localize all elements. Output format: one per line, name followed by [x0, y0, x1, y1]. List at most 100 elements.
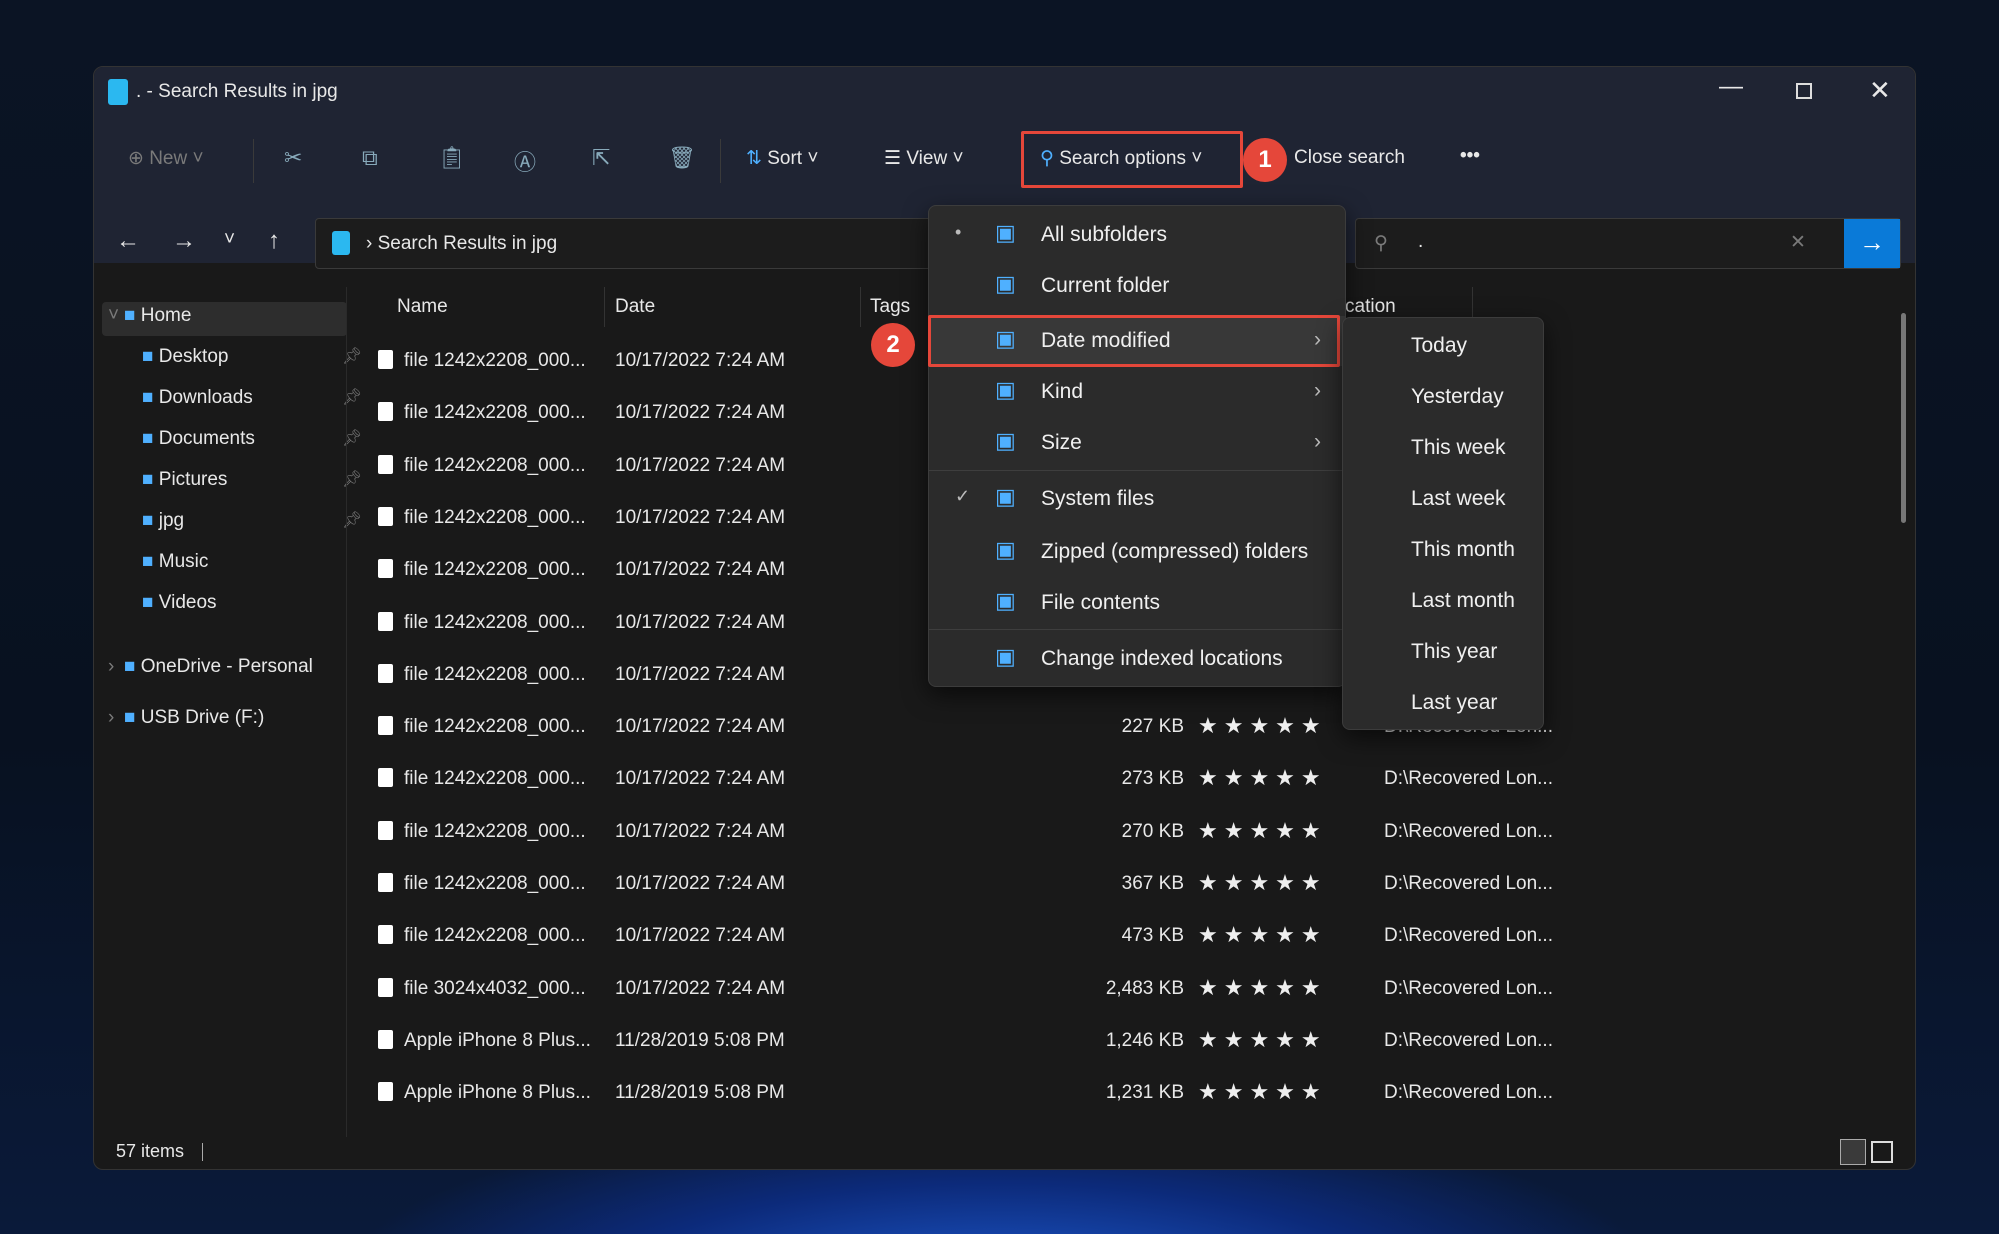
table-row[interactable]: file 1242x2208_000... 10/17/2022 7:24 AM…	[364, 869, 1864, 905]
search-go-button[interactable]: →	[1844, 219, 1900, 268]
recent-locations-button[interactable]: ˅	[224, 229, 235, 251]
file-date: 10/17/2022 7:24 AM	[615, 559, 786, 581]
download-icon: ■	[142, 387, 154, 408]
sidebar-item-downloads[interactable]: ■ Downloads 📌︎	[142, 387, 362, 409]
scrollbar-thumb[interactable]	[1901, 313, 1906, 523]
address-bar[interactable]: › Search Results in jpg	[315, 218, 935, 269]
menu-item-system-files[interactable]: ✓ ▣ System files	[929, 474, 1345, 524]
search-box[interactable]: ⚲ . ✕ →	[1355, 218, 1901, 269]
table-row[interactable]: Apple iPhone 8 Plus... 11/28/2019 5:08 P…	[364, 1078, 1864, 1114]
file-name: file 1242x2208_000...	[404, 350, 586, 371]
image-file-icon	[378, 977, 393, 997]
chevron-right-icon[interactable]: ›	[108, 707, 114, 729]
table-row[interactable]: file 1242x2208_000... 10/17/2022 7:24 AM…	[364, 817, 1864, 853]
menu-item-size[interactable]: ▣ Size ›	[929, 418, 1345, 468]
sidebar-item-usb-drive-f-[interactable]: › ■ USB Drive (F:)	[108, 707, 344, 729]
sidebar-item-pictures[interactable]: ■ Pictures 📌︎	[142, 469, 362, 491]
sort-icon: ⇅	[746, 148, 762, 169]
file-size: 367 KB	[1121, 873, 1184, 894]
sidebar-item-onedrive-personal[interactable]: › ■ OneDrive - Personal	[108, 656, 344, 678]
details-view-button[interactable]	[1840, 1139, 1866, 1165]
file-size: 227 KB	[1121, 716, 1184, 738]
maximize-button[interactable]	[1796, 83, 1812, 99]
back-button[interactable]: ←	[116, 227, 140, 255]
sidebar-item-desktop[interactable]: ■ Desktop 📌︎	[142, 346, 362, 368]
sidebar-item-label: OneDrive - Personal	[140, 656, 313, 677]
file-size: 1,246 KB	[1105, 1029, 1184, 1051]
copy-icon[interactable]: ⧉	[362, 145, 378, 171]
file-name: file 1242x2208_000...	[404, 716, 586, 738]
rating-stars[interactable]: ★★★★★	[1198, 818, 1327, 844]
submenu-item[interactable]: This month	[1411, 538, 1515, 562]
rating-stars[interactable]: ★★★★★	[1198, 922, 1327, 948]
rating-stars[interactable]: ★★★★★	[1198, 975, 1327, 1001]
menu-item-all-subfolders[interactable]: • ▣ All subfolders	[929, 210, 1345, 260]
file-name: file 1242x2208_000...	[404, 820, 586, 842]
more-options-button[interactable]: •••	[1460, 145, 1480, 167]
delete-icon[interactable]: 🗑︎	[668, 145, 696, 171]
share-icon[interactable]: ⇱	[592, 145, 610, 171]
rating-stars[interactable]: ★★★★★	[1198, 713, 1327, 739]
column-header-name[interactable]: Name	[397, 296, 448, 318]
sidebar-item-label: Home	[140, 305, 192, 326]
pictures-icon: ■	[142, 469, 154, 490]
table-row[interactable]: file 1242x2208_000... 10/17/2022 7:24 AM…	[364, 764, 1864, 800]
submenu-item[interactable]: This year	[1411, 640, 1497, 664]
menu-item-change-indexed-locations[interactable]: ▣ Change indexed locations	[929, 634, 1345, 684]
table-row[interactable]: file 1242x2208_000... 10/17/2022 7:24 AM…	[364, 921, 1864, 957]
table-row[interactable]: Apple iPhone 8 Plus... 11/28/2019 5:08 P…	[364, 1026, 1864, 1062]
menu-item-kind[interactable]: ▣ Kind ›	[929, 367, 1345, 417]
close-window-button[interactable]: ✕	[1869, 75, 1891, 106]
file-size: 473 KB	[1121, 925, 1184, 947]
search-input[interactable]: .	[1418, 231, 1423, 253]
forward-button[interactable]: →	[172, 227, 196, 255]
chevron-right-icon[interactable]: ›	[108, 656, 114, 678]
paste-icon[interactable]: 📋︎	[438, 145, 466, 171]
menu-item-label: Kind	[1041, 380, 1084, 403]
sidebar-item-documents[interactable]: ■ Documents 📌︎	[142, 428, 362, 450]
column-header-date[interactable]: Date	[615, 296, 655, 318]
table-row[interactable]: file 1242x2208_000... 10/17/2022 7:24 AM…	[364, 712, 1864, 748]
table-row[interactable]: file 3024x4032_000... 10/17/2022 7:24 AM…	[364, 974, 1864, 1010]
sidebar-item-jpg[interactable]: ■ jpg 📌︎	[142, 510, 362, 532]
submenu-item[interactable]: Last year	[1411, 691, 1497, 715]
submenu-item[interactable]: Yesterday	[1411, 385, 1504, 409]
sidebar-item-music[interactable]: ■ Music	[142, 551, 362, 573]
menu-item-file-contents[interactable]: ▣ File contents	[929, 578, 1345, 628]
cut-icon[interactable]: ✂	[284, 145, 302, 171]
up-button[interactable]: ↑	[268, 227, 280, 255]
rating-stars[interactable]: ★★★★★	[1198, 765, 1327, 791]
submenu-item[interactable]: Last week	[1411, 487, 1506, 511]
file-date: 10/17/2022 7:24 AM	[615, 873, 786, 894]
image-file-icon	[378, 820, 393, 840]
file-size: 273 KB	[1121, 768, 1184, 790]
column-header-location[interactable]: cation	[1345, 296, 1396, 318]
tiles-view-button[interactable]	[1871, 1141, 1893, 1163]
chevron-down-icon[interactable]: ˅	[108, 305, 119, 327]
menu-separator	[929, 470, 1345, 471]
submenu-item[interactable]: Last month	[1411, 589, 1515, 613]
rename-icon[interactable]: Ⓐ	[514, 145, 536, 177]
menu-item-zipped-compressed-folders[interactable]: ▣ Zipped (compressed) folders	[929, 527, 1345, 577]
sidebar-item-home[interactable]: ˅ ■ Home	[108, 305, 344, 327]
view-button[interactable]: ☰ View ˅	[884, 147, 964, 170]
submenu-item[interactable]: This week	[1411, 436, 1506, 460]
minimize-button[interactable]: —	[1719, 73, 1743, 101]
search-options-menu: • ▣ All subfolders ▣ Current folder ▣ Date mod…	[928, 205, 1346, 687]
desktop-icon: ■	[142, 346, 154, 367]
chevron-right-icon: ›	[1314, 430, 1321, 453]
cloud-icon: ■	[124, 656, 136, 677]
submenu-item[interactable]: Today	[1411, 334, 1467, 358]
clear-search-icon[interactable]: ✕	[1790, 231, 1806, 254]
menu-item-current-folder[interactable]: ▣ Current folder	[929, 261, 1345, 311]
close-search-button[interactable]: Close search	[1294, 147, 1405, 169]
music-icon: ■	[142, 551, 154, 572]
rating-stars[interactable]: ★★★★★	[1198, 870, 1327, 896]
rating-stars[interactable]: ★★★★★	[1198, 1027, 1327, 1053]
rating-stars[interactable]: ★★★★★	[1198, 1079, 1327, 1105]
sort-button[interactable]: ⇅ Sort ˅	[746, 147, 818, 170]
new-button[interactable]: ⊕ New ˅	[128, 147, 204, 170]
search-options-button[interactable]: ⚲ Search options ˅	[1040, 147, 1202, 170]
column-header-tags[interactable]: Tags	[870, 296, 910, 318]
sidebar-item-videos[interactable]: ■ Videos	[142, 592, 362, 614]
